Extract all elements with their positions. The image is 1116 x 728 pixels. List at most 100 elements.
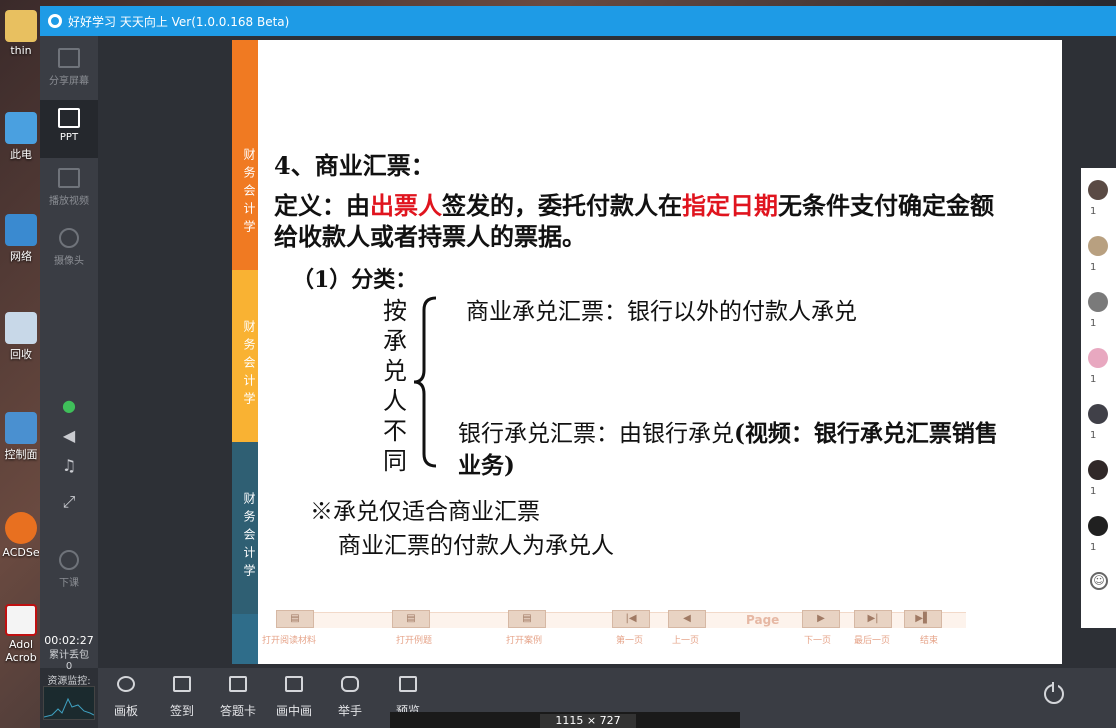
desktop-icon-label: 网络 (10, 250, 32, 263)
participant-list: 1 1 1 1 1 1 1 ☺ (1081, 168, 1116, 628)
participant-count: 1 (1090, 430, 1097, 441)
desktop-icon-acrobat[interactable]: Adol Acrob (0, 604, 42, 664)
network-icon (5, 214, 37, 246)
sidebar-segment-orange (232, 40, 258, 98)
participant-item[interactable]: 1 (1088, 404, 1110, 441)
commercial-acceptance-bill: 商业承兑汇票：银行以外的付款人承兑 (466, 299, 857, 325)
prev-page-label: 上一页 (672, 636, 700, 646)
vertical-label: 按承兑人不同 (383, 297, 407, 475)
open-reading-button[interactable]: ▤ (276, 610, 314, 628)
next-page-icon: ▶ (817, 613, 825, 624)
definition-highlight-drawer: 出票人 (370, 191, 442, 220)
camera-icon (59, 228, 79, 248)
sidebar-segment-3: 财务会计学 (232, 442, 258, 614)
class-timer: 00:02:27 (44, 634, 94, 647)
screen-size-label: 1115 × 727 (540, 714, 636, 728)
hand-icon (341, 676, 359, 692)
definition-text: 定义：由出票人签发的，委托付款人在指定日期无条件支付确定金额给收款人或者持票人的… (274, 190, 1014, 252)
classification-heading: （1）分类： (292, 267, 418, 293)
share-screen-button[interactable]: 分享屏幕 (40, 40, 98, 98)
participant-count: 1 (1090, 206, 1097, 217)
document-icon: ▤ (406, 613, 416, 624)
checkin-label: 签到 (169, 704, 194, 718)
slide-heading: 4、商业汇票： (274, 151, 435, 180)
participant-panel: 1 1 1 1 1 1 1 ☺ (1081, 36, 1116, 668)
definition-middle: 签发的，委托付款人在 (442, 191, 682, 220)
participant-item[interactable]: 1 (1088, 236, 1110, 273)
open-example-label: 打开例题 (396, 636, 433, 646)
power-icon[interactable] (1044, 682, 1064, 704)
avatar (1088, 460, 1108, 480)
desktop-icon-network[interactable]: 网络 (0, 214, 42, 264)
open-case-label: 打开案例 (506, 636, 543, 646)
microphone-icon[interactable]: ● (59, 396, 79, 416)
preview-icon (399, 676, 417, 692)
ppt-button[interactable]: PPT (40, 100, 98, 158)
participant-count: 1 (1090, 318, 1097, 329)
checkin-icon (173, 676, 191, 692)
play-video-button[interactable]: 播放视频 (40, 160, 98, 218)
desktop-icon-recycle-bin[interactable]: 回收 (0, 312, 42, 362)
first-page-button[interactable]: |◀ (612, 610, 650, 628)
last-page-button[interactable]: ▶| (854, 610, 892, 628)
end-class-label: 下课 (59, 578, 79, 589)
prev-page-icon: ◀ (683, 613, 691, 624)
acrobat-icon (5, 604, 37, 636)
participant-count: 1 (1090, 542, 1097, 553)
play-video-icon (58, 168, 80, 188)
music-icon[interactable]: ♫ (59, 456, 79, 476)
participant-count: 1 (1090, 262, 1097, 273)
checkin-button[interactable]: 签到 (160, 676, 204, 719)
first-page-label: 第一页 (616, 636, 644, 646)
window-title: 好好学习 天天向上 Ver(1.0.0.168 Beta) (68, 14, 290, 29)
prev-page-button[interactable]: ◀ (668, 610, 706, 628)
answer-card-button[interactable]: 答题卡 (216, 676, 260, 719)
board-button[interactable]: 画板 (104, 676, 148, 719)
sidebar-segment-2: 财务会计学 (232, 270, 258, 442)
participant-item[interactable]: 1 (1088, 292, 1110, 329)
open-example-button[interactable]: ▤ (392, 610, 430, 628)
desktop-icon-label: 控制面 (4, 448, 38, 461)
title-bar[interactable]: 好好学习 天天向上 Ver(1.0.0.168 Beta) (40, 6, 1116, 36)
pip-label: 画中画 (275, 704, 312, 718)
desktop-icon-control-panel[interactable]: 控制面 (0, 412, 42, 462)
camera-button[interactable]: 摄像头 (40, 220, 98, 278)
desktop-icon-acdsee[interactable]: ACDSe (0, 512, 42, 559)
pip-icon (285, 676, 303, 692)
last-page-icon: ▶| (867, 613, 879, 624)
desktop-icon-label: 回收 (10, 348, 32, 361)
raise-hand-label: 举手 (337, 704, 362, 718)
document-icon: ▤ (522, 613, 532, 624)
ppt-icon (58, 108, 80, 128)
fullscreen-icon[interactable]: ⤢ (59, 492, 79, 512)
participant-item[interactable]: 1 (1088, 460, 1110, 497)
speaker-icon[interactable]: ◀ (59, 426, 79, 446)
participant-item[interactable]: 1 (1088, 348, 1110, 385)
participant-item[interactable]: 1 (1088, 180, 1110, 217)
pip-button[interactable]: 画中画 (272, 676, 316, 719)
sidebar-segment-bottom (232, 614, 258, 664)
recycle-bin-icon (5, 312, 37, 344)
last-page-label: 最后一页 (854, 636, 891, 646)
desktop-icon-label: thin (10, 44, 32, 57)
resource-monitor-graph (43, 686, 95, 720)
note-line-2: 商业汇票的付款人为承兑人 (338, 533, 614, 559)
desktop-icon-thin[interactable]: thin (0, 10, 42, 57)
app-logo-icon (48, 14, 62, 28)
packet-loss-value: 0 (65, 661, 73, 672)
open-case-button[interactable]: ▤ (508, 610, 546, 628)
end-class-button[interactable]: 下课 (40, 542, 98, 600)
next-page-button[interactable]: ▶ (802, 610, 840, 628)
end-slideshow-button[interactable]: ▶▌ (904, 610, 942, 628)
raise-hand-button[interactable]: 举手 (328, 676, 372, 719)
desktop-icon-label: ACDSe (2, 546, 40, 559)
participant-item[interactable]: 1 (1088, 516, 1110, 553)
bank-acceptance-text: 银行承兑汇票：由银行承兑 (458, 421, 734, 447)
avatar (1088, 236, 1108, 256)
desktop-icon-label: Adol Acrob (5, 638, 37, 664)
emoji-icon[interactable]: ☺ (1090, 572, 1108, 590)
play-video-label: 播放视频 (49, 196, 89, 207)
slide-navigation-bar: ▤ 打开阅读材料 ▤ 打开例题 ▤ 打开案例 |◀ 第一页 ◀ 上一页 Page… (262, 610, 966, 646)
camera-label: 摄像头 (54, 256, 84, 267)
desktop-icon-this-pc[interactable]: 此电 (0, 112, 42, 162)
